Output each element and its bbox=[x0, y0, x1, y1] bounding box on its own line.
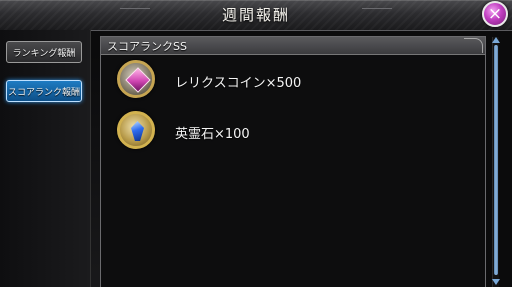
reward-panel: スコアランクSS レリクスコイン×500 英霊石×100 bbox=[100, 36, 486, 287]
page-title: 週間報酬 bbox=[221, 6, 290, 24]
relic-gem-shape bbox=[125, 67, 151, 93]
scroll-down-arrow-icon[interactable] bbox=[492, 279, 500, 285]
reward-item: 英霊石×100 bbox=[117, 111, 457, 151]
sidebar: ランキング報酬 スコアランク報酬 bbox=[0, 30, 91, 287]
corner-ornament bbox=[464, 38, 483, 53]
weekly-reward-screen: 週間報酬 × ランキング報酬 スコアランク報酬 スコアランクSS レリクスコイン… bbox=[0, 0, 512, 287]
tab-ranking-reward-label: ランキング報酬 bbox=[12, 48, 76, 59]
reward-item: レリクスコイン×500 bbox=[117, 60, 457, 100]
close-button[interactable]: × bbox=[482, 1, 508, 27]
scroll-up-arrow-icon[interactable] bbox=[492, 37, 500, 43]
reward-item-label: レリクスコイン×500 bbox=[175, 76, 302, 91]
tab-ranking-reward[interactable]: ランキング報酬 bbox=[6, 41, 82, 63]
section-header: スコアランクSS bbox=[101, 37, 485, 55]
tab-score-rank-reward-label: スコアランク報酬 bbox=[7, 87, 80, 98]
relic-coin-icon bbox=[117, 60, 155, 98]
scroll-thumb[interactable] bbox=[494, 45, 498, 275]
section-title: スコアランクSS bbox=[107, 40, 187, 53]
header-bar: 週間報酬 × bbox=[0, 0, 512, 31]
reward-item-label: 英霊石×100 bbox=[175, 127, 250, 142]
tab-score-rank-reward[interactable]: スコアランク報酬 bbox=[6, 80, 82, 102]
spirit-stone-gem-shape bbox=[131, 121, 144, 141]
spirit-stone-icon bbox=[117, 111, 155, 149]
header-ornament-right bbox=[362, 8, 392, 23]
scrollbar[interactable] bbox=[492, 37, 500, 287]
close-icon: × bbox=[487, 3, 503, 24]
